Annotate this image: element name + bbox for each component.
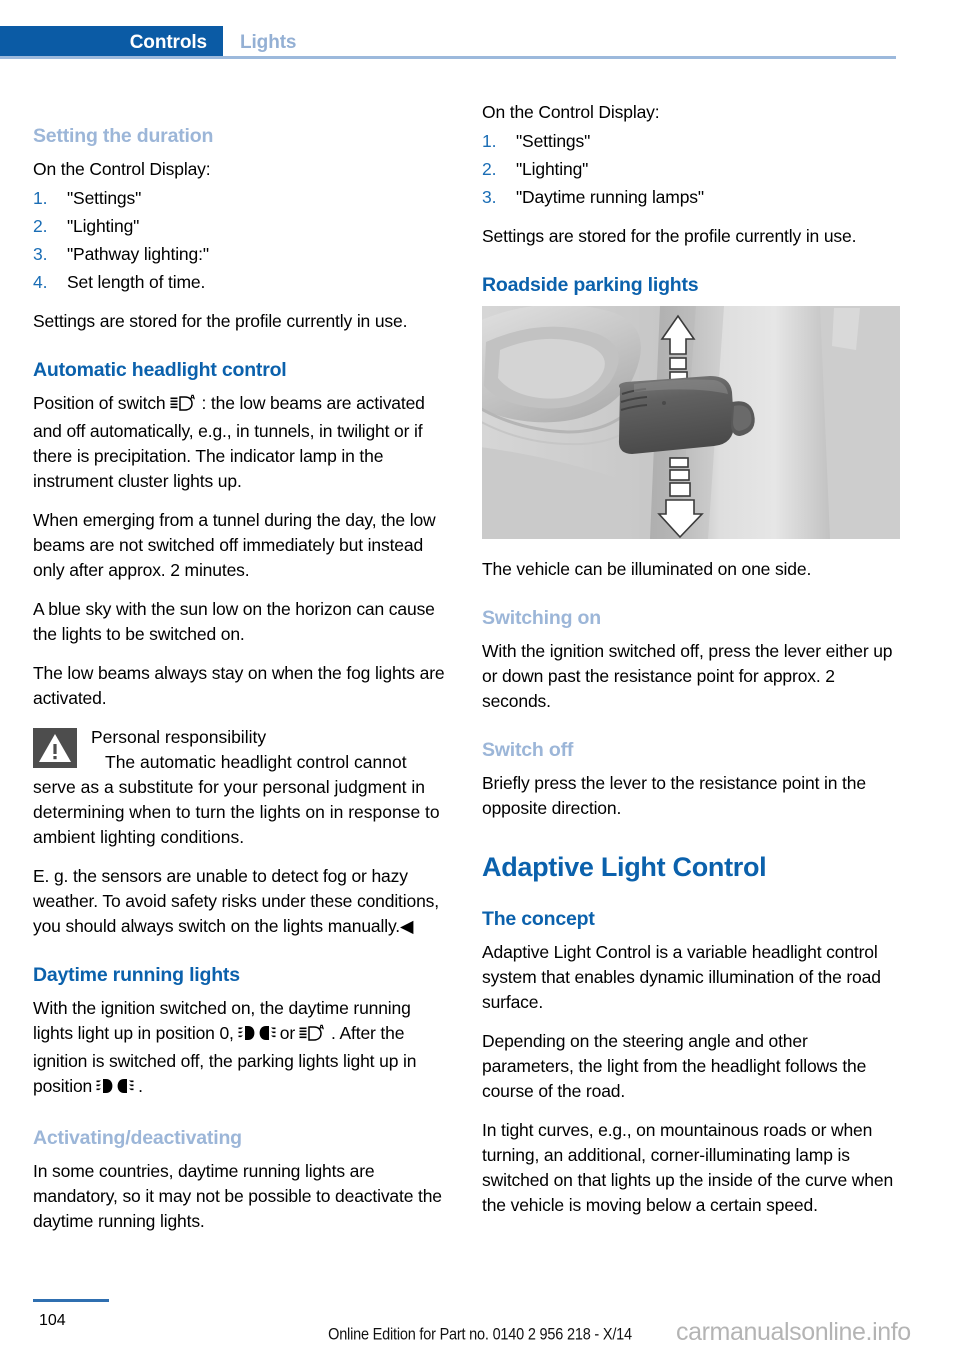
ordered-list-duration-steps: 1. "Settings" 2. "Lighting" 3. "Pathway … [33, 186, 451, 295]
breadcrumb-tab-controls[interactable]: Controls [0, 26, 223, 59]
paragraph-position-of-switch-prefix: Position of switch [33, 393, 166, 413]
manual-page: Controls Lights Setting the duration On … [0, 0, 960, 1362]
warning-block: Personal responsibility The automatic he… [33, 725, 451, 850]
paragraph-vehicle-illuminated: The vehicle can be illuminated on one si… [482, 559, 812, 579]
list-item: 4. Set length of time. [33, 270, 451, 295]
warning-end-marker: ◀ [399, 916, 414, 936]
list-item-label: "Lighting" [516, 159, 589, 179]
paragraph-concept-3: In tight curves, e.g., on mountainous ro… [482, 1120, 894, 1215]
list-item-label: "Settings" [67, 188, 142, 208]
heading-the-concept: The concept [482, 908, 595, 930]
paragraph-fog-lights: The low beams always stay on when the fo… [33, 663, 445, 708]
paragraph-switching-on-body: With the ignition switched off, press th… [482, 641, 893, 711]
daytime-text-part-3: . [138, 1076, 143, 1096]
list-number: 2. [482, 159, 497, 179]
heading-automatic-headlight-control: Automatic headlight control [33, 359, 287, 381]
list-number: 3. [482, 187, 497, 207]
list-item-label: "Pathway lighting:" [67, 244, 209, 264]
list-item: 1. "Settings" [33, 186, 451, 211]
list-number: 3. [33, 244, 48, 264]
heading-switch-off: Switch off [482, 739, 574, 761]
paragraph-warning-body-second: E. g. the sensors are unable to detect f… [33, 864, 451, 939]
footer-divider [33, 1299, 109, 1302]
list-number: 1. [33, 188, 48, 208]
parking-lights-icon [238, 1024, 276, 1049]
list-item-label: "Daytime running lamps" [516, 187, 704, 207]
paragraph-settings-stored-right: Settings are stored for the profile curr… [482, 226, 857, 246]
paragraph-position-of-switch: Position of switch : the low beams are a… [33, 391, 451, 494]
heading-daytime-running-lights: Daytime running lights [33, 964, 240, 986]
heading-setting-the-duration: Setting the duration [33, 125, 214, 147]
paragraph-blue-sky: A blue sky with the sun low on the horiz… [33, 599, 435, 644]
parking-lights-icon [96, 1077, 134, 1102]
paragraph-tunnel: When emerging from a tunnel during the d… [33, 510, 436, 580]
auto-headlight-icon [299, 1024, 327, 1049]
list-item: 1. "Settings" [482, 129, 900, 154]
header-divider [0, 56, 896, 59]
heading-adaptive-light-control: Adaptive Light Control [482, 852, 767, 882]
left-column: Setting the duration On the Control Disp… [33, 100, 451, 1248]
auto-headlight-icon [170, 394, 198, 419]
paragraph-settings-stored-left: Settings are stored for the profile curr… [33, 311, 408, 331]
warning-body-first: The automatic headlight control cannot s… [33, 752, 440, 847]
paragraph-on-control-display-left: On the Control Display: [33, 159, 211, 179]
watermark-text: carmanualsonline.info [676, 1318, 911, 1346]
warning-body-second-text: E. g. the sensors are unable to detect f… [33, 866, 439, 936]
paragraph-on-control-display-right: On the Control Display: [482, 102, 660, 122]
list-item: 2. "Lighting" [482, 157, 900, 182]
warning-title: Personal responsibility [91, 727, 267, 747]
heading-roadside-parking-lights: Roadside parking lights [482, 274, 699, 296]
paragraph-switch-off-body: Briefly press the lever to the resistanc… [482, 773, 866, 818]
ordered-list-daytime-steps: 1. "Settings" 2. "Lighting" 3. "Daytime … [482, 129, 900, 210]
daytime-text-or: or [279, 1023, 296, 1043]
right-column: On the Control Display: 1. "Settings" 2.… [482, 100, 900, 1232]
heading-activating-deactivating: Activating/deactivating [33, 1127, 242, 1149]
breadcrumb-tab-lights[interactable]: Lights [240, 26, 297, 59]
list-item: 3. "Pathway lighting:" [33, 242, 451, 267]
paragraph-concept-2: Depending on the steering angle and othe… [482, 1031, 867, 1101]
list-item-label: "Lighting" [67, 216, 140, 236]
list-number: 2. [33, 216, 48, 236]
paragraph-activating-body: In some countries, daytime running light… [33, 1161, 442, 1231]
figure-lever-illustration [482, 306, 900, 539]
page-header: Controls Lights [0, 26, 960, 60]
paragraph-concept-1: Adaptive Light Control is a variable hea… [482, 942, 881, 1012]
paragraph-daytime-running-lights: With the ignition switched on, the dayti… [33, 996, 451, 1102]
heading-switching-on: Switching on [482, 607, 601, 629]
list-number: 4. [33, 272, 48, 292]
list-item-label: "Settings" [516, 131, 591, 151]
list-item: 2. "Lighting" [33, 214, 451, 239]
warning-triangle-icon [33, 728, 77, 768]
list-item-label: Set length of time. [67, 272, 206, 292]
list-number: 1. [482, 131, 497, 151]
list-item: 3. "Daytime running lamps" [482, 185, 900, 210]
